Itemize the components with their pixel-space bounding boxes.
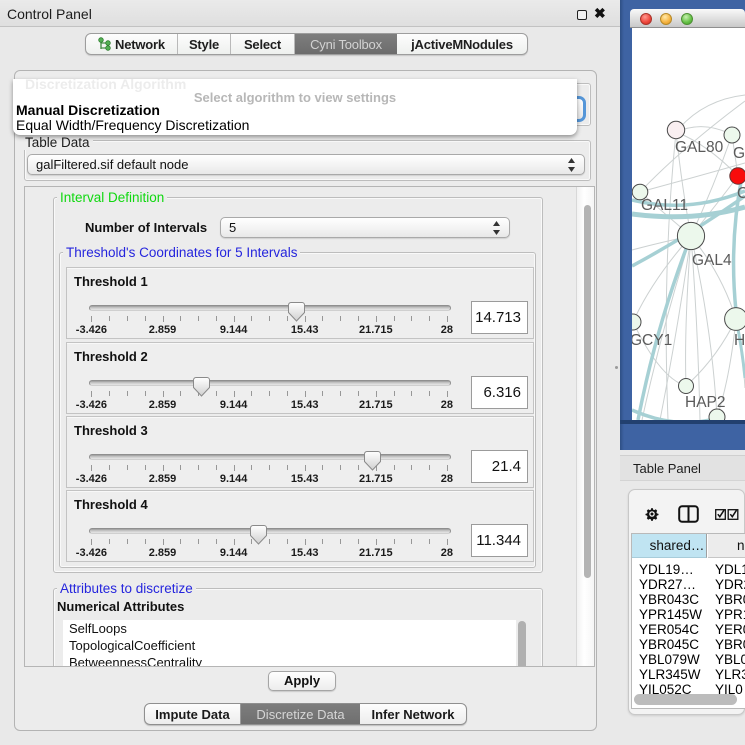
svg-text:C: C [737, 185, 745, 202]
svg-text:GAL80: GAL80 [675, 139, 724, 156]
svg-text:HAP2: HAP2 [685, 394, 726, 411]
svg-text:GAL11: GAL11 [641, 197, 688, 214]
svg-text:HI: HI [734, 332, 745, 349]
svg-text:GAL4: GAL4 [692, 252, 732, 269]
svg-text:GA: GA [733, 145, 745, 162]
svg-text:GCY1: GCY1 [632, 332, 672, 349]
